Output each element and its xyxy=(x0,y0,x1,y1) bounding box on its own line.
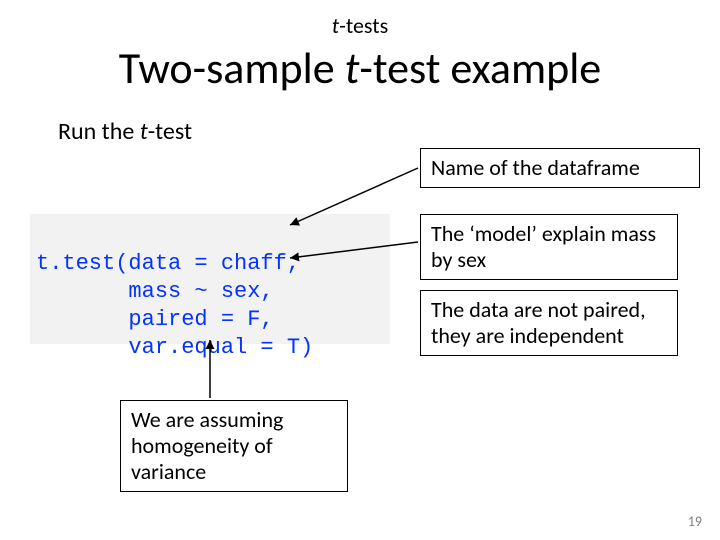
header-topic: t-tests xyxy=(30,12,690,39)
annotation-paired: The data are not paired, they are indepe… xyxy=(420,290,678,356)
title-part1: Two-sample xyxy=(119,41,345,95)
page-number: 19 xyxy=(688,513,702,530)
annotation-variance: We are assuming homogeneity of variance xyxy=(120,400,348,492)
title-part3: -test example xyxy=(359,41,601,95)
code-line-4: var.equal = T) xyxy=(36,334,384,362)
annotation-model: The ‘model’ explain mass by sex xyxy=(420,214,678,280)
subtitle: Run the t-test xyxy=(58,117,690,146)
slide: t-tests Two-sample t-test example Run th… xyxy=(0,0,720,540)
code-line-3: paired = F, xyxy=(36,306,384,334)
slide-title: Two-sample t-test example xyxy=(30,41,690,95)
title-part2: t xyxy=(345,41,360,95)
header-topic-italic: t xyxy=(332,12,339,39)
code-line-1: t.test(data = chaff, xyxy=(36,250,384,278)
code-block: t.test(data = chaff, mass ~ sex, paired … xyxy=(30,214,390,344)
subtitle-part1: Run the xyxy=(58,117,140,146)
code-line-2: mass ~ sex, xyxy=(36,278,384,306)
header-topic-rest: -tests xyxy=(339,12,388,39)
subtitle-part3: -test xyxy=(148,117,192,146)
annotation-dataframe: Name of the dataframe xyxy=(420,148,700,188)
subtitle-part2: t xyxy=(140,117,148,146)
